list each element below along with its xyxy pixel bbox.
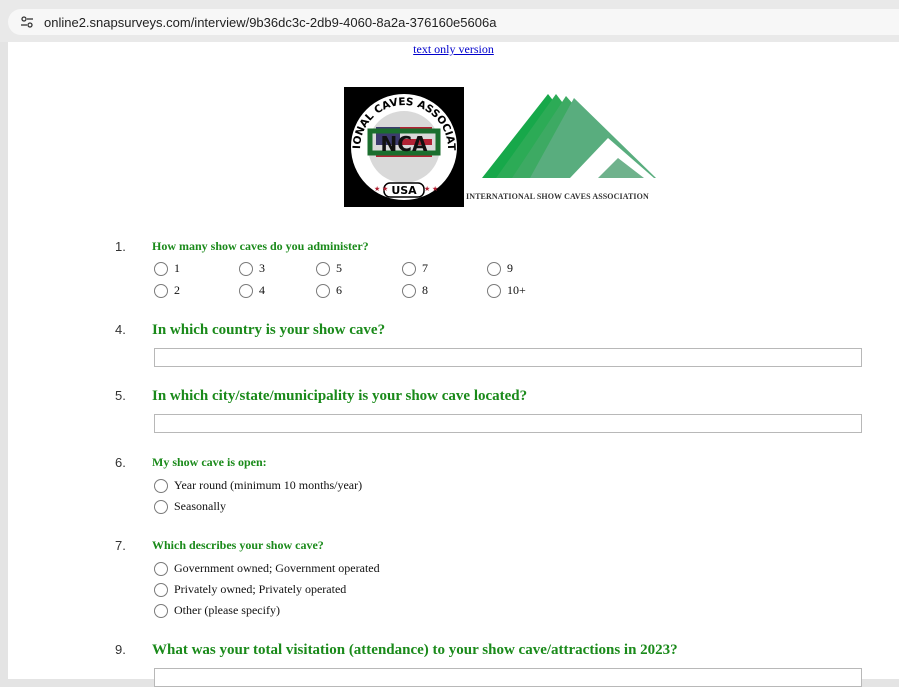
radio-button[interactable]: [487, 283, 501, 298]
address-bar[interactable]: online2.snapsurveys.com/interview/9b36dc…: [8, 9, 899, 35]
radio-button[interactable]: [239, 261, 253, 276]
isca-logo: [482, 94, 656, 178]
question-text: Which describes your show cave?: [152, 538, 324, 552]
radio-button[interactable]: [402, 283, 416, 298]
radio-button[interactable]: [402, 261, 416, 276]
svg-text:★ ★: ★ ★: [374, 185, 388, 193]
question-number: 9.: [115, 642, 126, 657]
radio-button[interactable]: [154, 499, 168, 514]
radio-button[interactable]: [239, 283, 253, 298]
question-number: 4.: [115, 322, 126, 337]
option-7[interactable]: 7: [402, 261, 428, 276]
radio-button[interactable]: [154, 603, 168, 618]
url-text[interactable]: online2.snapsurveys.com/interview/9b36dc…: [44, 15, 496, 30]
question-number: 1.: [115, 239, 126, 254]
browser-toolbar: online2.snapsurveys.com/interview/9b36dc…: [0, 0, 899, 42]
radio-button[interactable]: [154, 261, 168, 276]
option-seasonally[interactable]: Seasonally: [154, 499, 226, 514]
option-8[interactable]: 8: [402, 283, 428, 298]
question-text: In which city/state/municipality is your…: [152, 388, 528, 404]
country-input[interactable]: [154, 348, 862, 367]
option-other[interactable]: Other (please specify): [154, 603, 280, 618]
radio-button[interactable]: [316, 261, 330, 276]
radio-button[interactable]: [154, 283, 168, 298]
option-9[interactable]: 9: [487, 261, 513, 276]
option-3[interactable]: 3: [239, 261, 265, 276]
ncas-monogram: NCA: [381, 132, 428, 156]
tune-icon[interactable]: [20, 15, 34, 29]
text-only-link[interactable]: text only version: [8, 42, 899, 57]
option-year-round[interactable]: Year round (minimum 10 months/year): [154, 478, 362, 493]
option-2[interactable]: 2: [154, 283, 180, 298]
isca-caption: INTERNATIONAL SHOW CAVES ASSOCIATION: [466, 192, 649, 201]
radio-button[interactable]: [316, 283, 330, 298]
question-number: 6.: [115, 455, 126, 470]
survey-page: text only version NCA NATIONAL CAVES ASS…: [8, 42, 899, 687]
question-text: My show cave is open:: [152, 455, 267, 469]
question-text: In which country is your show cave?: [152, 322, 386, 338]
option-4[interactable]: 4: [239, 283, 265, 298]
ncas-usa: USA: [391, 184, 417, 197]
question-number: 7.: [115, 538, 126, 553]
option-1[interactable]: 1: [154, 261, 180, 276]
option-government[interactable]: Government owned; Government operated: [154, 561, 380, 576]
visitation-input[interactable]: [154, 668, 862, 687]
question-text: How many show caves do you administer?: [152, 239, 369, 253]
option-5[interactable]: 5: [316, 261, 342, 276]
radio-button[interactable]: [154, 582, 168, 597]
question-number: 5.: [115, 388, 126, 403]
radio-button[interactable]: [154, 561, 168, 576]
ncas-logo: NCA NATIONAL CAVES ASSOCIATION USA ★ ★ ★…: [344, 87, 464, 207]
option-private[interactable]: Privately owned; Privately operated: [154, 582, 346, 597]
option-10plus[interactable]: 10+: [487, 283, 526, 298]
radio-button[interactable]: [154, 478, 168, 493]
question-text: What was your total visitation (attendan…: [152, 642, 678, 658]
option-6[interactable]: 6: [316, 283, 342, 298]
city-input[interactable]: [154, 414, 862, 433]
radio-button[interactable]: [487, 261, 501, 276]
svg-text:★ ★: ★ ★: [424, 185, 438, 193]
